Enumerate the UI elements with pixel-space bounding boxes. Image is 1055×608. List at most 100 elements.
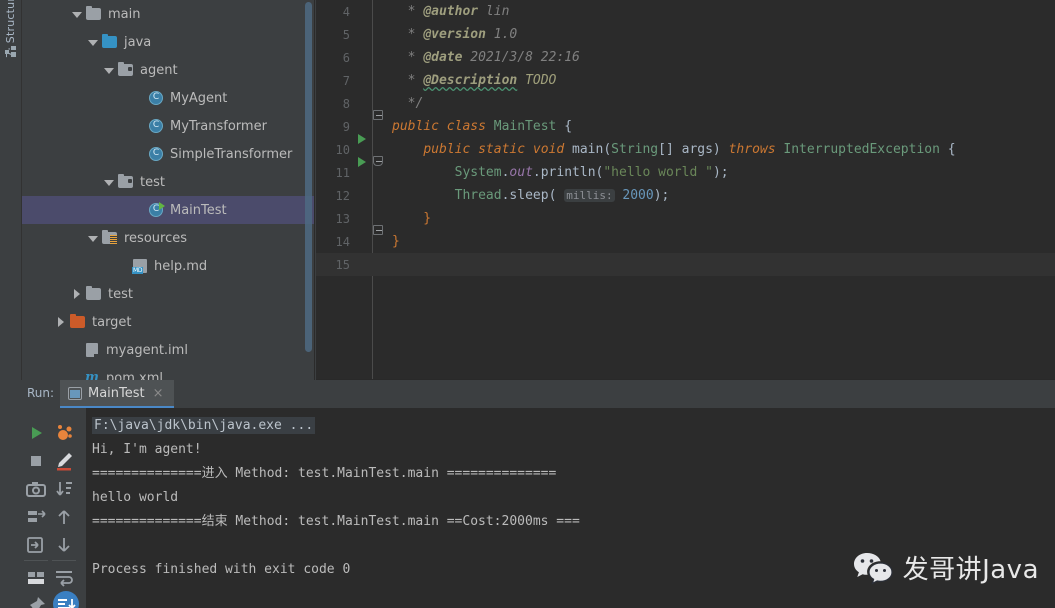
chevron-down-icon[interactable] <box>70 7 84 21</box>
tree-item-resources[interactable]: resources <box>22 224 315 252</box>
code-text: } <box>392 234 400 249</box>
folder-plain-icon <box>86 6 102 22</box>
console-line: Hi, I'm agent! <box>92 442 202 457</box>
console-command-text: F:\java\jdk\bin\java.exe ... <box>92 417 316 434</box>
line-number: 9 <box>342 119 350 134</box>
chevron-down-icon[interactable] <box>102 175 116 189</box>
chevron-down-icon[interactable] <box>86 35 100 49</box>
run-configuration-icon <box>68 386 82 400</box>
chevron-down-icon[interactable] <box>102 63 116 77</box>
tree-item-label: MainTest <box>170 202 227 218</box>
java-class-icon: C <box>148 90 164 106</box>
rerun-failed-tests-icon[interactable] <box>52 421 76 445</box>
scroll-to-end-icon[interactable] <box>52 590 80 608</box>
tree-item-help-md[interactable]: help.md <box>22 252 315 280</box>
folder-plain-icon <box>86 286 102 302</box>
left-tool-strip: 7: Structure <box>0 0 22 380</box>
line-number: 6 <box>342 50 350 65</box>
tree-item-java[interactable]: java <box>22 28 315 56</box>
code-line[interactable]: 13 } <box>316 207 1055 235</box>
line-number: 10 <box>335 142 350 157</box>
scroll-down-icon[interactable] <box>52 533 76 557</box>
code-text: * @version 1.0 <box>392 27 518 42</box>
java-class-icon: C <box>148 146 164 162</box>
code-line[interactable]: 9 public class MainTest { <box>316 115 1055 144</box>
line-number: 5 <box>342 27 350 42</box>
code-line[interactable]: 8 */ <box>316 92 1055 120</box>
markdown-file-icon <box>132 258 148 274</box>
tree-item-main[interactable]: main <box>22 0 315 28</box>
tree-item-label: target <box>92 314 132 330</box>
project-tree-panel[interactable]: main java agent C MyAgent C MyTransformer C Simp… <box>22 0 315 380</box>
rerun-icon[interactable] <box>24 421 48 445</box>
tree-item-maintest[interactable]: C MainTest <box>22 196 315 224</box>
toolbar-divider-left <box>24 560 48 561</box>
folder-source-icon <box>102 34 118 50</box>
run-tab-bar: Run: MainTest × <box>0 380 1055 408</box>
code-text: } <box>392 211 432 226</box>
chevron-down-icon[interactable] <box>86 231 100 245</box>
tree-item-label: MyAgent <box>170 90 228 106</box>
chevron-right-icon[interactable] <box>70 287 84 301</box>
code-text: * @date 2021/3/8 22:16 <box>392 50 580 65</box>
tree-item-label: test <box>140 174 165 190</box>
tree-item-agent[interactable]: agent <box>22 56 315 84</box>
folder-package-icon <box>118 174 134 190</box>
code-line[interactable]: 10 public static void main(String[] args… <box>316 138 1055 167</box>
line-number: 7 <box>342 73 350 88</box>
tree-item-label: help.md <box>154 258 208 274</box>
scroll-up-icon[interactable] <box>52 505 76 529</box>
code-line[interactable]: 6 * @date 2021/3/8 22:16 <box>316 46 1055 69</box>
tree-item-label: pom.xml <box>106 370 163 381</box>
code-line[interactable]: 7 * @Description TODO <box>316 69 1055 92</box>
code-line[interactable]: 11 System.out.println("hello world "); <box>316 161 1055 184</box>
run-label: Run: <box>27 386 55 400</box>
tree-item-pom-xml[interactable]: m pom.xml <box>22 364 315 381</box>
folder-package-icon <box>118 62 134 78</box>
code-line[interactable]: 14} <box>316 230 1055 253</box>
tree-item-label: java <box>124 34 152 50</box>
console-line: ==============结束 Method: test.MainTest.m… <box>92 514 580 529</box>
stop-icon[interactable] <box>24 449 48 473</box>
structure-icon[interactable] <box>5 46 16 57</box>
code-text: System.out.println("hello world "); <box>454 165 729 180</box>
line-number: 4 <box>342 4 350 19</box>
close-icon[interactable]: × <box>153 386 164 401</box>
tree-item-myagent-iml[interactable]: myagent.iml <box>22 336 315 364</box>
sort-icon[interactable] <box>52 477 76 501</box>
tree-item-simpletransformer[interactable]: C SimpleTransformer <box>22 140 315 168</box>
pin-icon[interactable] <box>24 594 48 608</box>
layout-icon[interactable] <box>24 566 48 590</box>
tree-item-label: test <box>108 286 133 302</box>
tree-item-label: MyTransformer <box>170 118 267 134</box>
code-text: public static void main(String[] args) t… <box>423 142 956 157</box>
soft-wrap-icon[interactable] <box>52 566 76 590</box>
edit-configuration-icon[interactable] <box>52 449 76 473</box>
java-class-runnable-icon: C <box>148 202 165 218</box>
code-editor[interactable]: 4 * @author lin 5 * @version 1.0 6 * @date… <box>316 0 1055 380</box>
tree-item-target[interactable]: target <box>22 308 315 336</box>
code-line[interactable]: 5 * @version 1.0 <box>316 23 1055 46</box>
tree-item-label: resources <box>124 230 188 246</box>
tree-item-mytransformer[interactable]: C MyTransformer <box>22 112 315 140</box>
tree-item-test[interactable]: test <box>22 168 315 196</box>
drop-frame-icon[interactable] <box>24 505 48 529</box>
console-line: Process finished with exit code 0 <box>92 562 351 577</box>
panel-divider <box>314 0 315 380</box>
tree-item-myagent[interactable]: C MyAgent <box>22 84 315 112</box>
console-output[interactable]: F:\java\jdk\bin\java.exe ... Hi, I'm agen… <box>86 408 1055 608</box>
code-line[interactable]: 4 * @author lin <box>316 0 1055 23</box>
code-text: * @author lin <box>392 4 510 19</box>
code-line[interactable]: 15 <box>316 253 1055 276</box>
tree-item-test[interactable]: test <box>22 280 315 308</box>
project-tree-scrollbar[interactable] <box>305 2 312 352</box>
chevron-right-icon[interactable] <box>54 315 68 329</box>
folder-target-icon <box>70 314 86 330</box>
export-icon[interactable] <box>24 533 48 557</box>
code-line[interactable]: 12 Thread.sleep( millis: 2000); <box>316 184 1055 207</box>
screenshot-icon[interactable] <box>24 477 48 501</box>
run-tab-maintest[interactable]: MainTest × <box>60 380 174 408</box>
